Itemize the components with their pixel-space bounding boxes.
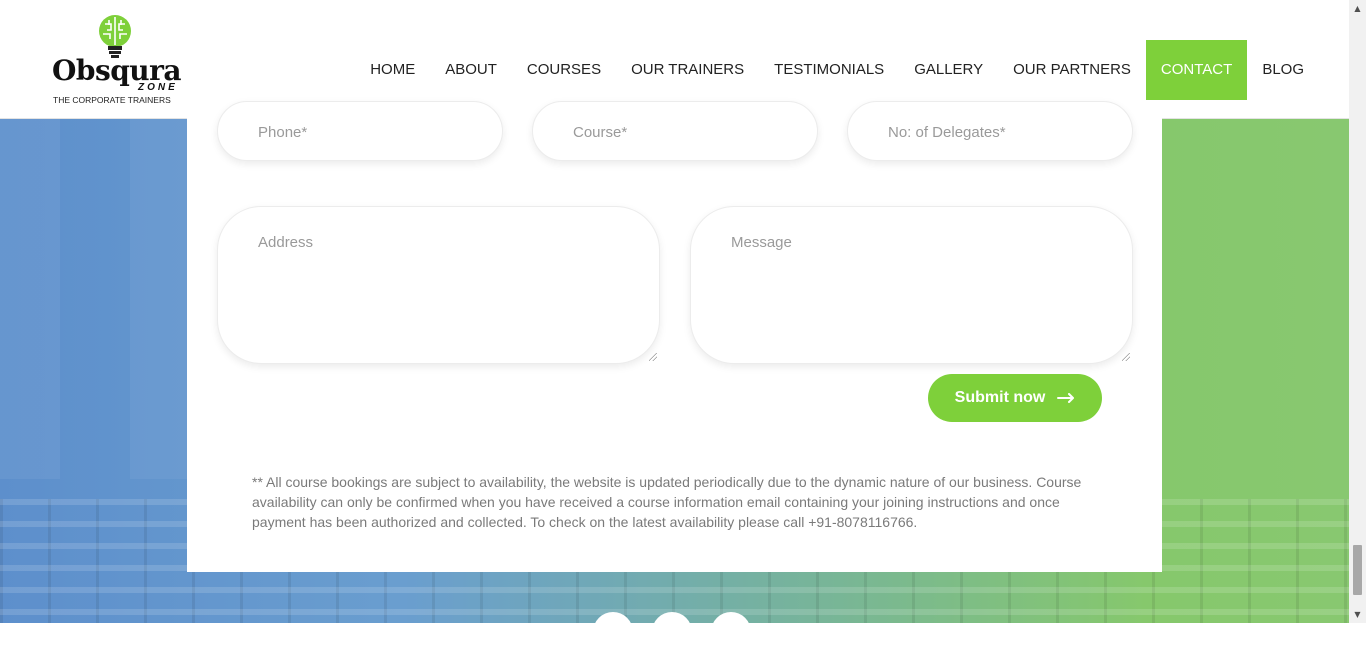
message-textarea[interactable]: Message	[690, 206, 1133, 364]
nav-item-testimonials[interactable]: TESTIMONIALS	[759, 40, 899, 100]
nav-item-contact[interactable]: CONTACT	[1145, 40, 1248, 100]
resize-handle[interactable]	[649, 353, 657, 361]
contact-form-card: Phone* Course* No: of Delegates* Address…	[187, 101, 1162, 572]
nav-item-courses[interactable]: COURSES	[512, 40, 616, 100]
address-placeholder: Address	[258, 234, 314, 251]
message-placeholder: Message	[731, 234, 792, 251]
availability-notice: ** All course bookings are subject to av…	[252, 474, 1082, 530]
nav-item-about[interactable]: ABOUT	[430, 40, 512, 100]
social-icon-button[interactable]	[652, 612, 692, 652]
submit-button[interactable]: Submit now	[928, 374, 1102, 422]
nav-item-home[interactable]: HOME	[355, 40, 430, 100]
delegates-placeholder: No: of Delegates*	[888, 124, 1006, 141]
brand-tagline: THE CORPORATE TRAINERS	[53, 95, 171, 105]
submit-label: Submit now	[954, 389, 1046, 406]
scroll-down-icon[interactable]: ▼	[1349, 606, 1366, 623]
address-textarea[interactable]: Address	[217, 206, 660, 364]
site-logo[interactable]: Obsqura ZONE THE CORPORATE TRAINERS	[52, 14, 182, 106]
page-scrollbar[interactable]: ▲ ▼	[1349, 0, 1366, 623]
phone-placeholder: Phone*	[258, 124, 308, 141]
delegates-input[interactable]: No: of Delegates*	[847, 101, 1133, 161]
nav-item-our-trainers[interactable]: OUR TRAINERS	[616, 40, 759, 100]
course-placeholder: Course*	[573, 124, 628, 141]
brand-sub: ZONE	[138, 82, 178, 93]
social-icon-button[interactable]	[593, 612, 633, 652]
scroll-up-icon[interactable]: ▲	[1349, 0, 1366, 17]
nav-item-blog[interactable]: BLOG	[1247, 40, 1319, 100]
social-icon-button[interactable]	[711, 612, 751, 652]
resize-handle[interactable]	[1122, 353, 1130, 361]
arrow-right-icon	[1057, 393, 1075, 403]
nav-item-gallery[interactable]: GALLERY	[899, 40, 998, 100]
nav-item-our-partners[interactable]: OUR PARTNERS	[998, 40, 1146, 100]
course-input[interactable]: Course*	[532, 101, 818, 161]
scroll-thumb[interactable]	[1353, 545, 1362, 595]
main-nav: HOME ABOUT COURSES OUR TRAINERS TESTIMON…	[355, 40, 1319, 100]
phone-input[interactable]: Phone*	[217, 101, 503, 161]
